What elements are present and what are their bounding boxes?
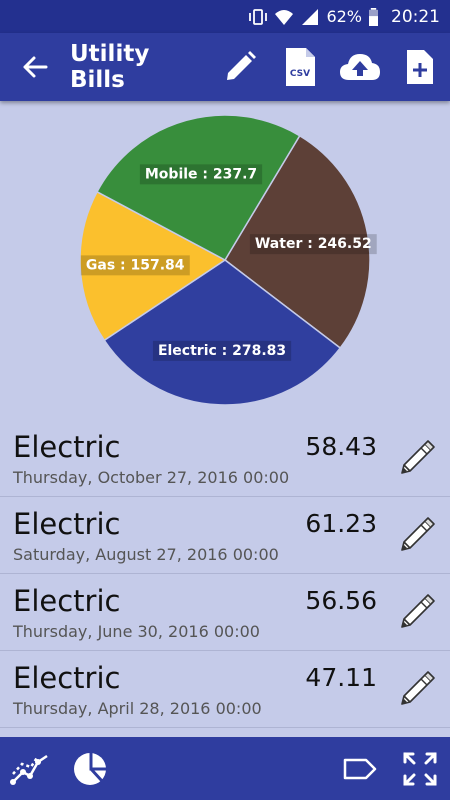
cloud-upload-icon: [340, 54, 380, 80]
battery-percent: 62%: [326, 7, 362, 26]
app-bar: Utility Bills CSV: [0, 33, 450, 101]
bill-amount: 56.56: [305, 586, 377, 615]
bill-amount: 58.43: [305, 432, 377, 461]
pie-label-gas: Gas : 157.84: [80, 255, 190, 276]
signal-icon: [302, 8, 319, 25]
add-file-button[interactable]: [390, 33, 450, 101]
add-file-icon: [407, 50, 433, 84]
svg-text:Mobile : 237.7: Mobile : 237.7: [145, 166, 257, 182]
bill-date: Saturday, August 27, 2016 00:00: [13, 545, 279, 564]
back-button[interactable]: [0, 33, 70, 101]
pencil-edit-icon[interactable]: [398, 669, 436, 707]
pie-chart-button[interactable]: [60, 737, 120, 800]
battery-icon: [369, 7, 378, 26]
back-arrow-icon: [23, 56, 48, 78]
bill-amount: 47.11: [305, 663, 377, 692]
pie-label-water: Water : 246.52: [249, 234, 377, 255]
bill-name: Electric: [13, 584, 121, 618]
tag-icon: [343, 758, 377, 779]
pie-label-electric: Electric : 278.83: [152, 340, 292, 361]
fullscreen-button[interactable]: [390, 737, 450, 800]
bill-date: Thursday, October 27, 2016 00:00: [13, 468, 290, 487]
bill-date: Thursday, June 30, 2016 00:00: [13, 622, 260, 641]
bill-row[interactable]: Electric Thursday, April 28, 2016 00:00 …: [0, 651, 450, 728]
bottom-bar: [0, 737, 450, 800]
pie-label-mobile: Mobile : 237.7: [139, 164, 263, 185]
csv-export-button[interactable]: CSV: [270, 33, 330, 101]
bill-name: Electric: [13, 507, 121, 541]
fullscreen-icon: [403, 752, 437, 785]
pencil-edit-icon[interactable]: [398, 515, 436, 553]
bill-date: Thursday, April 28, 2016 00:00: [13, 699, 262, 718]
status-bar: 62% 20:21: [0, 0, 450, 33]
bill-list: Electric Thursday, October 27, 2016 00:0…: [0, 420, 450, 728]
page-title: Utility Bills: [70, 41, 150, 93]
csv-export-icon: CSV: [286, 48, 315, 86]
pie-chart-icon: [74, 752, 106, 785]
edit-button[interactable]: [210, 33, 270, 101]
line-chart-icon: [10, 754, 48, 785]
pie-chart: Water : 246.52 Electric : 278.83 Gas : 157…: [79, 114, 377, 406]
pencil-edit-icon[interactable]: [398, 438, 436, 476]
svg-text:CSV: CSV: [290, 69, 310, 79]
cloud-upload-button[interactable]: [330, 33, 390, 101]
svg-text:Gas : 157.84: Gas : 157.84: [86, 257, 185, 273]
edit-icon: [227, 51, 256, 80]
svg-text:Electric : 278.83: Electric : 278.83: [158, 343, 286, 359]
svg-text:Water : 246.52: Water : 246.52: [255, 236, 372, 252]
clock: 20:21: [391, 6, 440, 27]
wifi-icon: [275, 9, 294, 25]
bill-row[interactable]: Electric Thursday, June 30, 2016 00:00 5…: [0, 574, 450, 651]
bill-row[interactable]: Electric Thursday, October 27, 2016 00:0…: [0, 420, 450, 497]
bill-name: Electric: [13, 430, 121, 464]
tag-button[interactable]: [330, 737, 390, 800]
bill-amount: 61.23: [305, 509, 377, 538]
bill-name: Electric: [13, 661, 121, 695]
line-chart-button[interactable]: [0, 737, 60, 800]
pencil-edit-icon[interactable]: [398, 592, 436, 630]
bill-row[interactable]: Electric Saturday, August 27, 2016 00:00…: [0, 497, 450, 574]
vibrate-icon: [249, 8, 268, 25]
